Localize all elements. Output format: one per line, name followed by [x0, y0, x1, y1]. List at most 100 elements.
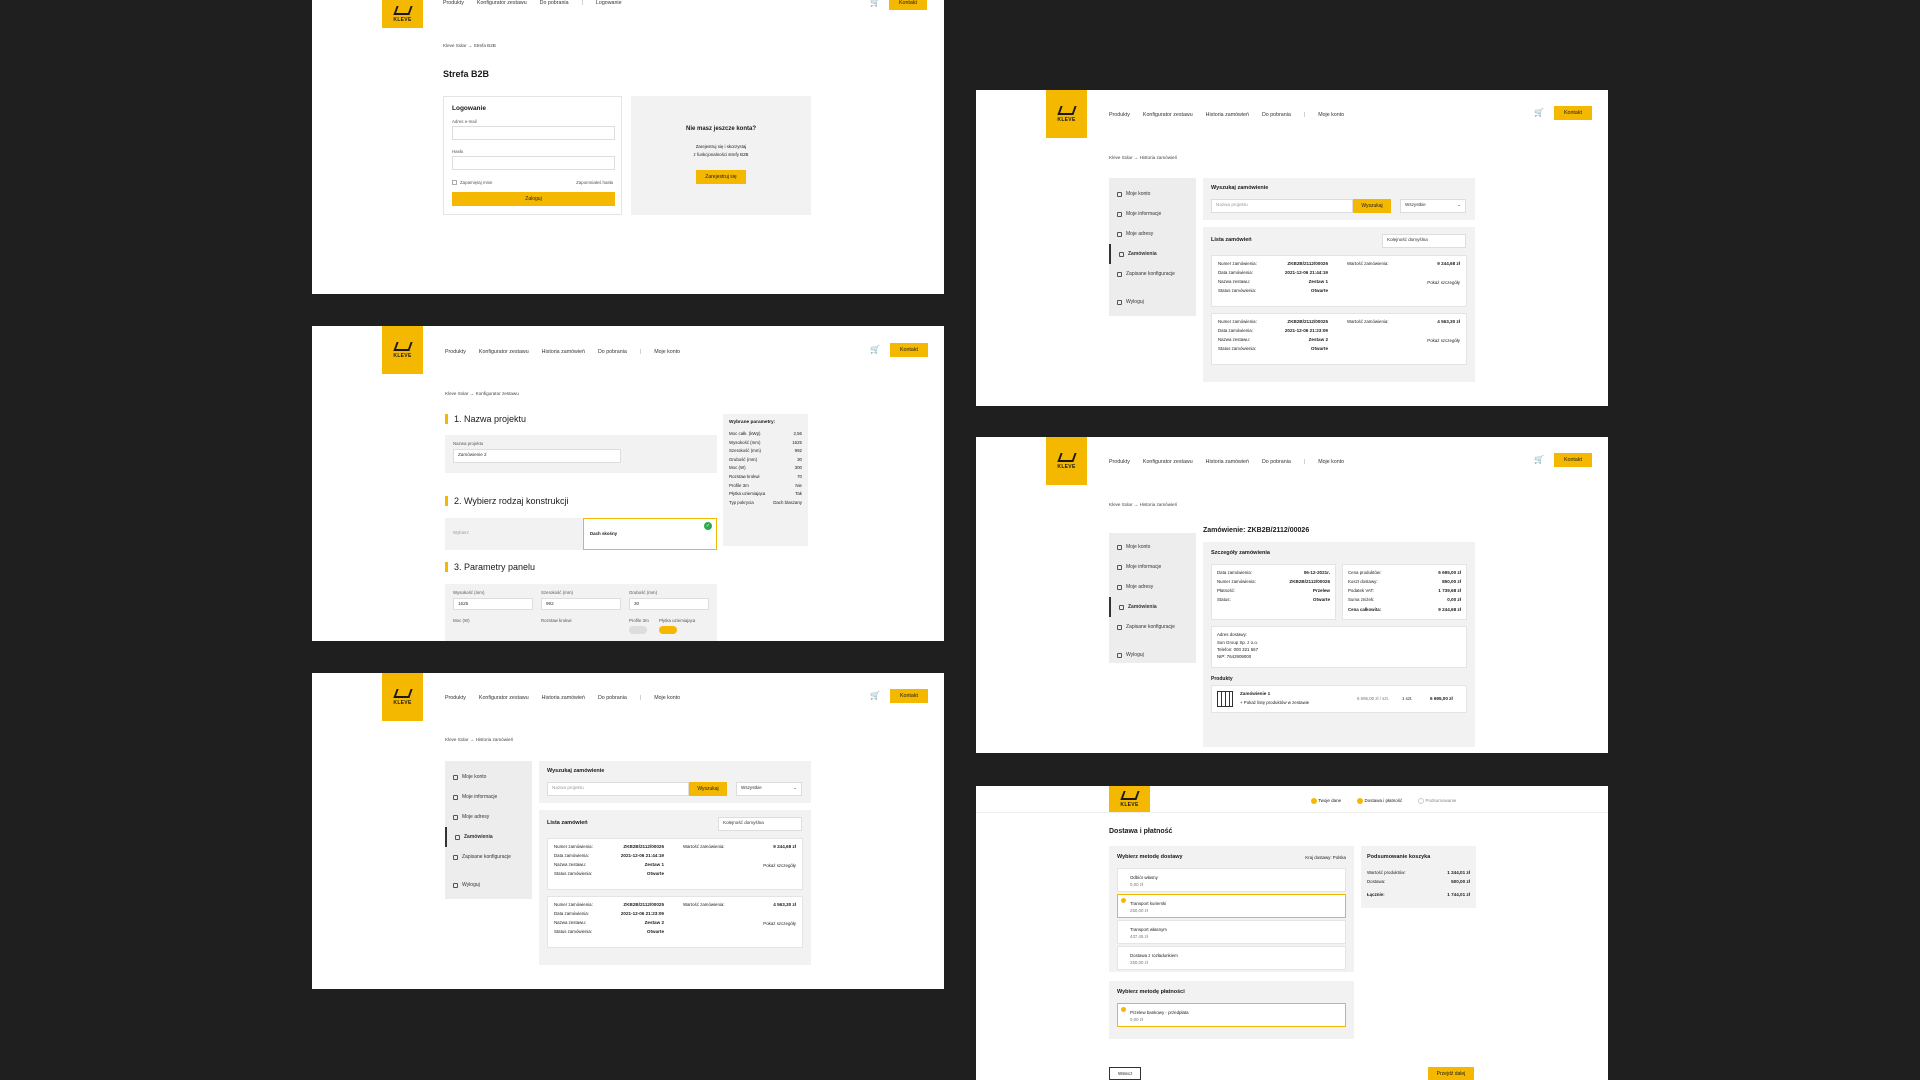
nav-login[interactable]: Logowanie: [596, 0, 622, 6]
sidebar-item-orders[interactable]: Zamówienia: [1109, 244, 1196, 264]
status-filter-select[interactable]: Wszystkie ⌄: [1400, 199, 1466, 213]
sidebar-item-my-info[interactable]: Moje informacje: [1109, 557, 1196, 577]
logo[interactable]: KLEVE: [382, 0, 423, 28]
sidebar-item-addresses[interactable]: Moje adresy: [445, 807, 532, 827]
forgot-password-link[interactable]: Zapomniałeś hasła: [576, 180, 613, 185]
nav-configurator[interactable]: Konfigurator zestawu: [479, 349, 529, 355]
nav-downloads[interactable]: Do pobrania: [598, 695, 627, 701]
order-meta-value: Otwarte: [1310, 346, 1328, 351]
nav-downloads[interactable]: Do pobrania: [598, 349, 627, 355]
nav-products[interactable]: Produkty: [1109, 459, 1130, 465]
construction-option-b[interactable]: Dach skośny ✓: [583, 518, 717, 550]
search-input[interactable]: Nazwa projektu: [1211, 199, 1353, 213]
order-meta-row: Numer zamówienia: ZKB2B/2112/00025: [1218, 319, 1328, 324]
nav-configurator[interactable]: Konfigurator zestawu: [1143, 112, 1193, 118]
nav-downloads[interactable]: Do pobrania: [1262, 459, 1291, 465]
sidebar-item-my-info[interactable]: Moje informacje: [445, 787, 532, 807]
search-input[interactable]: Nazwa projektu: [547, 782, 689, 796]
nav-my-account[interactable]: Moje konto: [654, 349, 680, 355]
home-icon: [1117, 231, 1122, 237]
logo[interactable]: KLEVE: [382, 673, 423, 721]
sidebar-item-label: Zapisane konfiguracje: [462, 854, 511, 860]
cart-icon[interactable]: 🛒: [870, 691, 880, 700]
login-button[interactable]: Zaloguj: [452, 192, 615, 206]
nav-history[interactable]: Historia zamówień: [542, 349, 585, 355]
sidebar-item-logout[interactable]: Wyloguj: [1109, 292, 1196, 312]
email-field[interactable]: [452, 126, 615, 140]
order-details-link[interactable]: Pokaż szczegóły: [1427, 280, 1460, 285]
sidebar-item-my-account[interactable]: Moje konto: [1109, 537, 1196, 557]
nav-products[interactable]: Produkty: [443, 0, 464, 6]
orders-panel: Lista zamówień Kolejność domyślna Numer za…: [539, 810, 811, 965]
cart-icon[interactable]: 🛒: [1534, 108, 1544, 117]
nav-my-account[interactable]: Moje konto: [1318, 112, 1344, 118]
sidebar-item-saved-configs[interactable]: Zapisane konfiguracje: [445, 847, 532, 867]
nav-configurator[interactable]: Konfigurator zestawu: [1143, 459, 1193, 465]
sidebar-item-my-account[interactable]: Moje konto: [445, 767, 532, 787]
nav-my-account[interactable]: Moje konto: [654, 695, 680, 701]
remember-checkbox[interactable]: [452, 180, 457, 185]
logo[interactable]: KLEVE: [1046, 90, 1087, 138]
nav-configurator[interactable]: Konfigurator zestawu: [477, 0, 527, 6]
cart-icon[interactable]: 🛒: [1534, 455, 1544, 464]
cart-icon[interactable]: 🛒: [870, 0, 880, 7]
nav-products[interactable]: Produkty: [445, 695, 466, 701]
nav-products[interactable]: Produkty: [1109, 112, 1130, 118]
delivery-option[interactable]: Odbiór własny 0,00 zł: [1117, 868, 1346, 892]
height-input[interactable]: 1625: [453, 598, 533, 610]
construction-option-a[interactable]: Wybierz: [453, 530, 469, 535]
logo[interactable]: KLEVE: [1046, 437, 1087, 485]
order-meta-label: Nazwa zestawu:: [554, 862, 586, 867]
delivery-option[interactable]: Transport własnym 437,45 zł: [1117, 920, 1346, 944]
sidebar-item-orders[interactable]: Zamówienia: [445, 827, 532, 847]
thickness-select[interactable]: 30: [629, 598, 709, 610]
order-details-link[interactable]: Pokaż szczegóły: [763, 863, 796, 868]
sort-select[interactable]: Kolejność domyślna: [718, 817, 802, 831]
contact-button[interactable]: Kontakt: [889, 0, 927, 10]
order-details-link[interactable]: Pokaż szczegóły: [763, 921, 796, 926]
contact-button[interactable]: Kontakt: [1554, 453, 1592, 467]
search-button[interactable]: Wyszukaj: [1353, 199, 1391, 213]
delivery-country-link[interactable]: Kraj dostawy: Polska: [1305, 855, 1346, 860]
sidebar-item-logout[interactable]: Wyloguj: [445, 875, 532, 895]
nav-downloads[interactable]: Do pobrania: [540, 0, 569, 6]
cart-icon[interactable]: 🛒: [870, 345, 880, 354]
password-field[interactable]: [452, 156, 615, 170]
sidebar-item-orders[interactable]: Zamówienia: [1109, 597, 1196, 617]
nav-history[interactable]: Historia zamówień: [542, 695, 585, 701]
contact-button[interactable]: Kontakt: [1554, 106, 1592, 120]
back-button[interactable]: Wstecz: [1109, 1067, 1142, 1080]
nav-history[interactable]: Historia zamówień: [1206, 112, 1249, 118]
sidebar-item-addresses[interactable]: Moje adresy: [1109, 224, 1196, 244]
nav-downloads[interactable]: Do pobrania: [1262, 112, 1291, 118]
project-name-input[interactable]: Zamówienie 2: [453, 449, 621, 463]
sidebar-item-saved-configs[interactable]: Zapisane konfiguracje: [1109, 617, 1196, 637]
plate-toggle[interactable]: [659, 626, 677, 634]
logo[interactable]: KLEVE: [1109, 786, 1150, 812]
sort-select[interactable]: Kolejność domyślna: [1382, 234, 1466, 248]
register-button[interactable]: Zarejestruj się: [696, 170, 746, 184]
profile-label: Profile 3m: [629, 618, 649, 623]
nav-products[interactable]: Produkty: [445, 349, 466, 355]
product-toggle-link[interactable]: + Pokaż listę produktów w zestawie: [1240, 700, 1309, 705]
sidebar-item-saved-configs[interactable]: Zapisane konfiguracje: [1109, 264, 1196, 284]
delivery-option[interactable]: Transport kurierski 250,00 zł: [1117, 894, 1346, 918]
sidebar-item-my-account[interactable]: Moje konto: [1109, 184, 1196, 204]
status-filter-select[interactable]: Wszystkie ⌄: [736, 782, 802, 796]
sidebar-item-logout[interactable]: Wyloguj: [1109, 645, 1196, 665]
logo[interactable]: KLEVE: [382, 326, 423, 374]
nav-my-account[interactable]: Moje konto: [1318, 459, 1344, 465]
sidebar-item-my-info[interactable]: Moje informacje: [1109, 204, 1196, 224]
next-button[interactable]: Przejdź dalej: [1428, 1067, 1474, 1080]
sidebar-item-addresses[interactable]: Moje adresy: [1109, 577, 1196, 597]
profile-toggle[interactable]: [629, 626, 647, 634]
contact-button[interactable]: Kontakt: [890, 689, 928, 703]
delivery-option[interactable]: Dostawa z rozładunkiem 250,00 zł: [1117, 946, 1346, 970]
nav-configurator[interactable]: Konfigurator zestawu: [479, 695, 529, 701]
contact-button[interactable]: Kontakt: [890, 343, 928, 357]
nav-history[interactable]: Historia zamówień: [1206, 459, 1249, 465]
width-input[interactable]: 992: [541, 598, 621, 610]
order-details-link[interactable]: Pokaż szczegóły: [1427, 338, 1460, 343]
search-button[interactable]: Wyszukaj: [689, 782, 727, 796]
payment-option[interactable]: Przelew bankowy - przedpłata 0,00 zł: [1117, 1003, 1346, 1027]
